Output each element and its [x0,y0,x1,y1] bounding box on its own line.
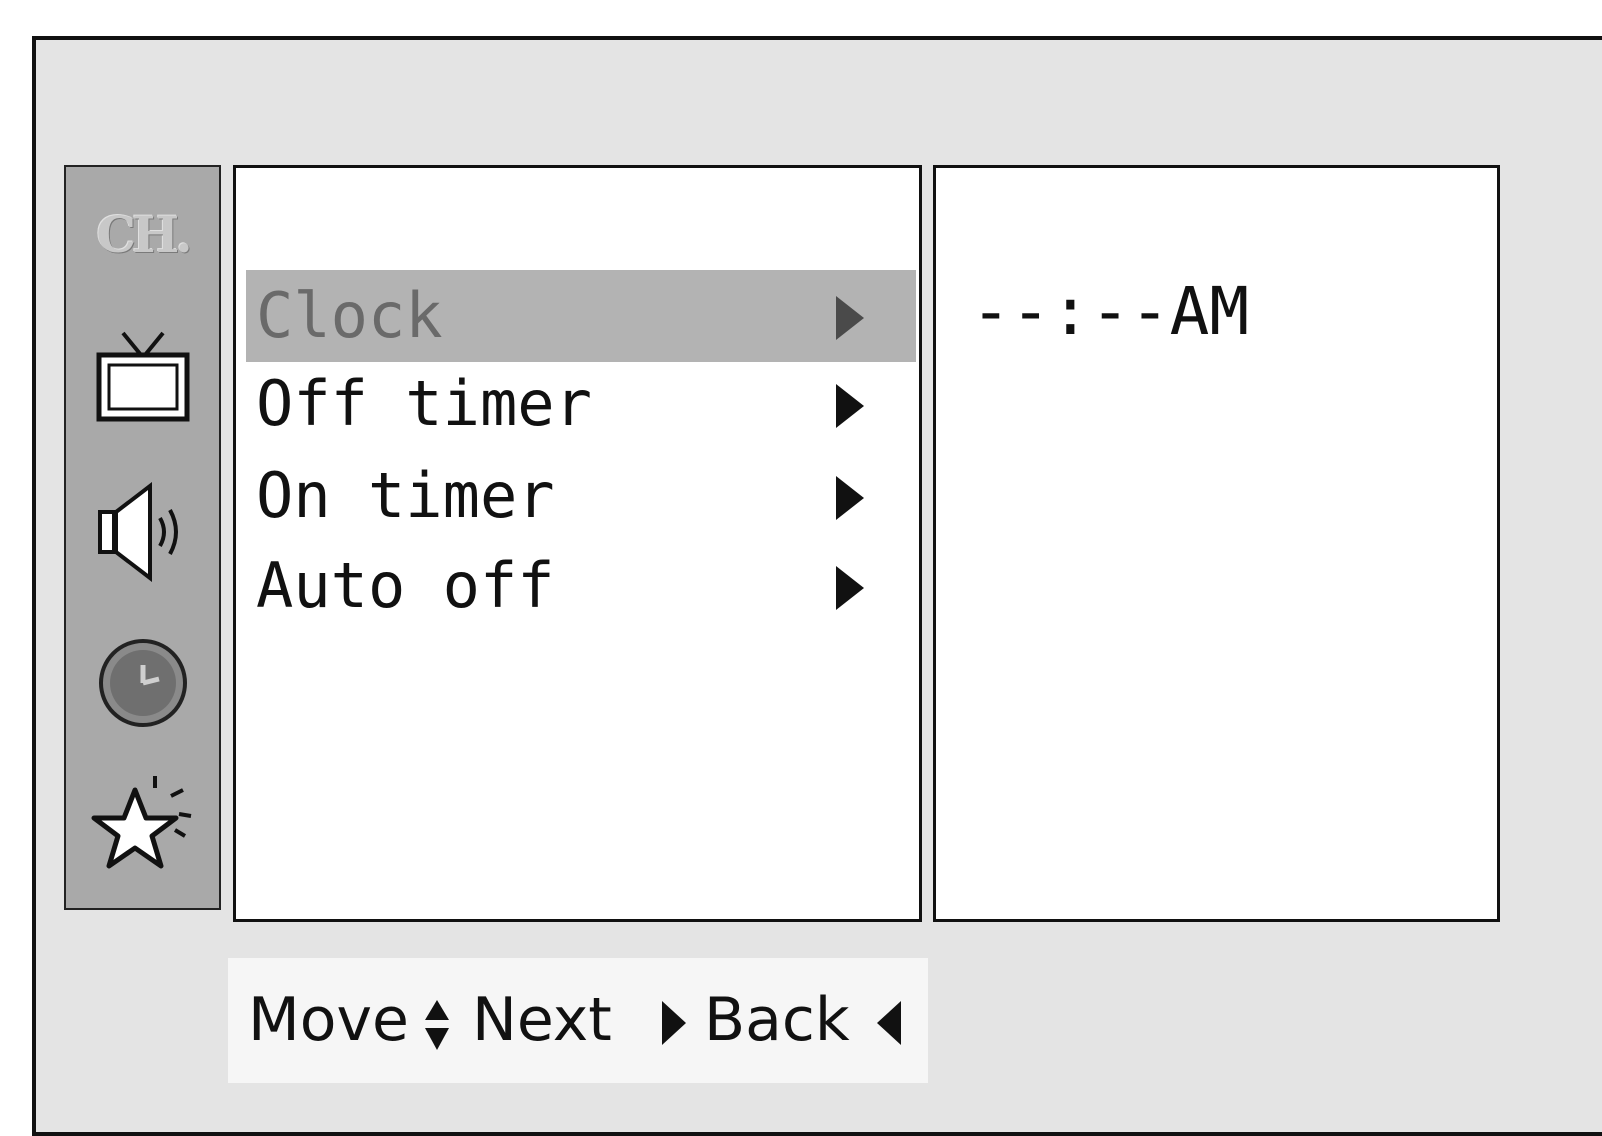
menu-item-label: Off timer [256,367,592,440]
help-move-label: Move [248,985,409,1055]
up-down-arrow-icon [421,980,453,1060]
help-bar: Move Next Back [228,958,928,1083]
right-arrow-icon [836,476,864,520]
right-arrow-icon [836,566,864,610]
help-next-label: Next [472,985,612,1055]
channel-icon[interactable]: CH. [66,205,219,264]
speaker-audio-icon[interactable] [66,482,219,582]
menu-item-clock[interactable]: Clock [246,270,916,362]
menu-item-auto-off[interactable]: Auto off [246,540,916,632]
tv-picture-icon[interactable] [66,327,219,427]
menu-item-on-timer[interactable]: On timer [246,450,916,542]
star-special-icon[interactable] [66,772,219,882]
submenu-panel: Clock Off timer On timer Auto off [233,165,922,922]
menu-category-sidebar: CH. [64,165,221,910]
clock-time-icon[interactable] [66,635,219,731]
right-arrow-icon [658,980,688,1060]
menu-item-label: Auto off [256,549,555,622]
clock-time-value: --:--AM [971,273,1250,350]
menu-item-label: Clock [256,279,443,352]
menu-item-off-timer[interactable]: Off timer [246,358,916,450]
help-back-label: Back [704,985,850,1055]
left-arrow-icon [873,980,903,1060]
channel-icon-label: CH. [96,205,192,264]
right-arrow-icon [836,296,864,340]
menu-item-label: On timer [256,459,555,532]
right-arrow-icon [836,384,864,428]
value-panel: --:--AM [933,165,1500,922]
